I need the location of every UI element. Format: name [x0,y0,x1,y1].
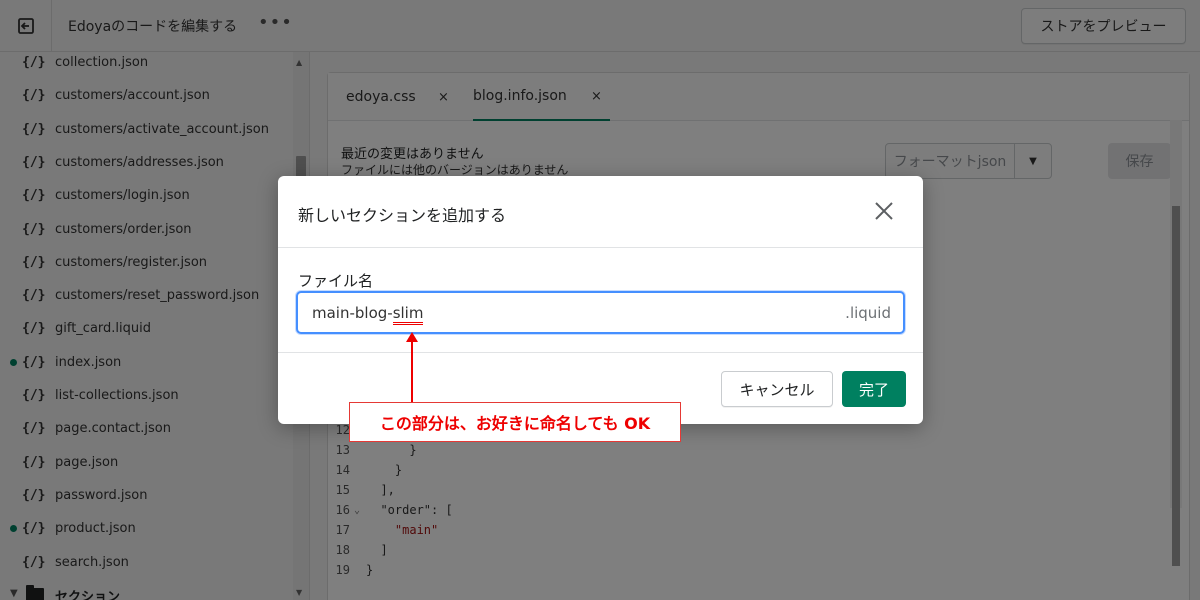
filename-highlight: slim [392,304,424,325]
filename-prefix: main-blog- [312,304,393,322]
cancel-button[interactable]: キャンセル [721,371,833,407]
annotation-callout: この部分は、お好きに命名しても OK [349,402,681,442]
modal-header: 新しいセクションを追加する [278,176,923,248]
filename-suffix: .liquid [845,304,891,322]
filename-label: ファイル名 [298,272,374,290]
filename-input[interactable]: main-blog-slim .liquid [296,291,905,334]
done-button[interactable]: 完了 [842,371,906,407]
filename-value: main-blog-slim [312,304,424,325]
annotation-arrow-icon [406,332,418,404]
add-section-modal: 新しいセクションを追加する ファイル名 main-blog-slim .liqu… [278,176,923,424]
modal-title: 新しいセクションを追加する [298,206,507,225]
close-icon [875,202,893,220]
close-modal-button[interactable] [873,200,895,222]
